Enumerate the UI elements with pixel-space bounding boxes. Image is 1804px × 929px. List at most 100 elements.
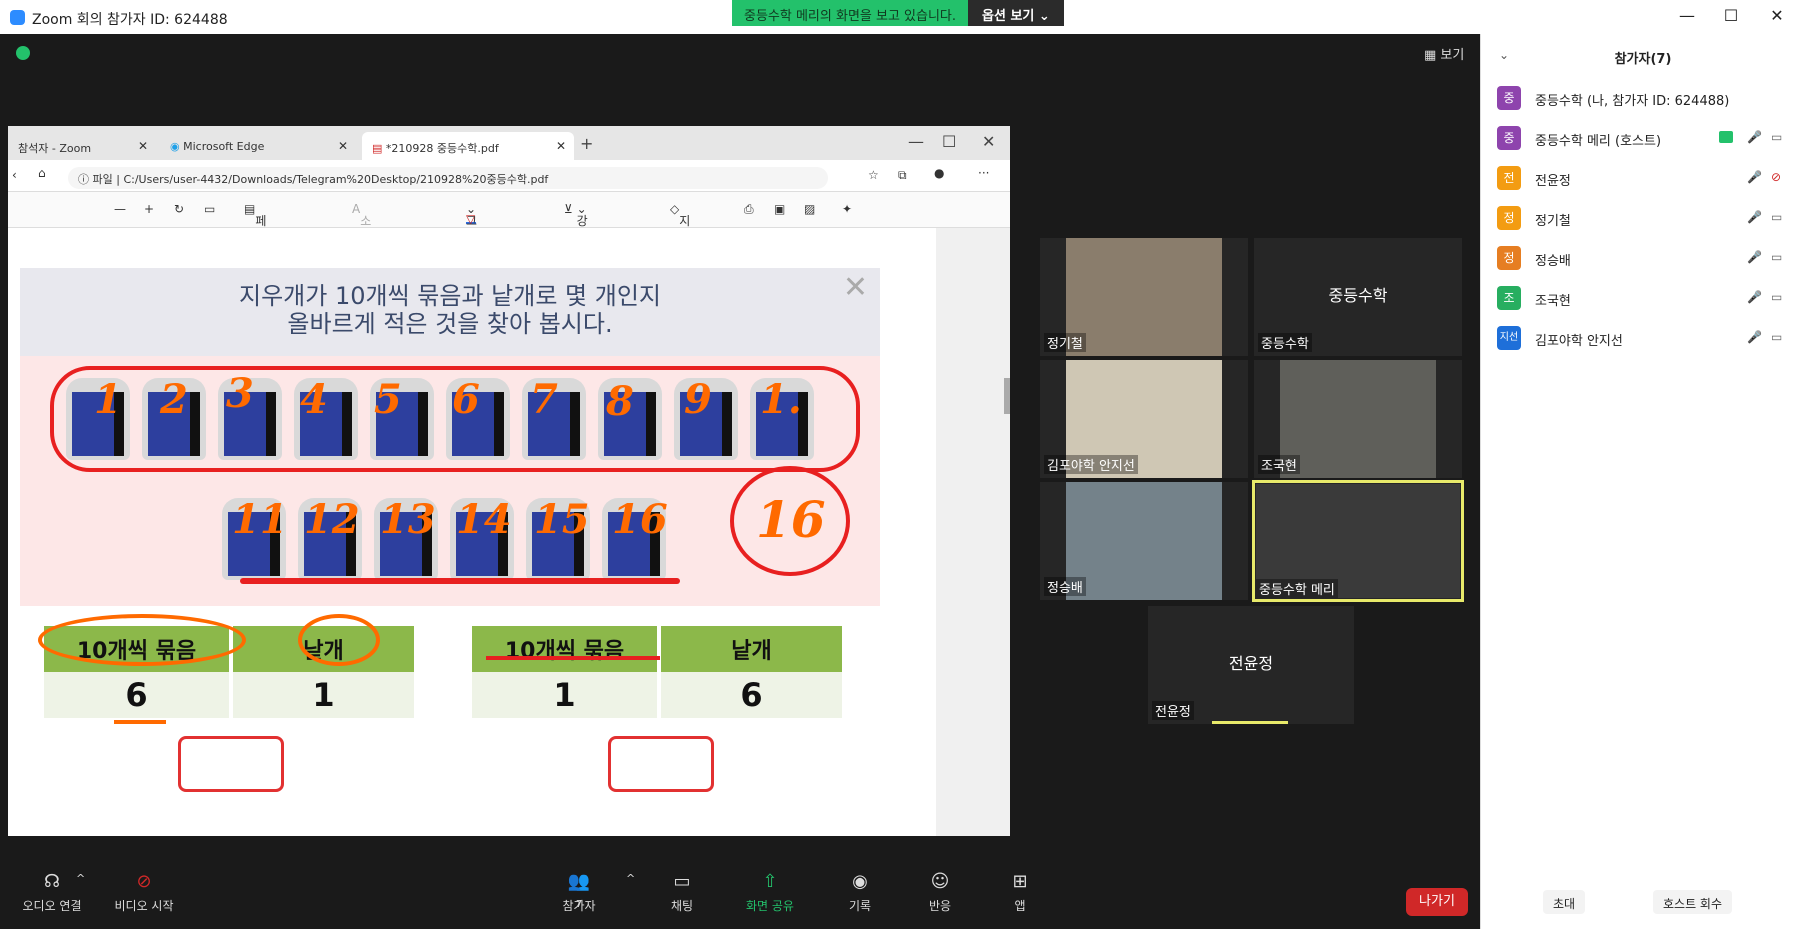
handwritten-number: 15 [534, 496, 590, 543]
participant-center-name: 중등수학 [1328, 286, 1388, 305]
zoom-out-icon[interactable]: — [114, 202, 126, 216]
participant-name: 정기철 [1535, 214, 1571, 229]
page-view-button[interactable]: ▤ 페이지 보기 [244, 202, 266, 296]
participant-row[interactable]: 정 정기철 🎤 ▭ [1497, 198, 1797, 238]
video-tile[interactable]: 조국현 [1254, 360, 1462, 478]
video-tile[interactable]: 김포야학 안지선 [1040, 360, 1248, 478]
security-shield-icon[interactable] [16, 46, 30, 60]
microphone-icon: 🎤 [1747, 290, 1762, 304]
browser-address-bar: ‹ ⌂ ⓘ 파일 | C:/Users/user-4432/Downloads/… [8, 160, 1010, 192]
handwritten-number: 7 [530, 376, 558, 423]
orange-circle-annotation [298, 614, 380, 666]
url-field[interactable]: ⓘ 파일 | C:/Users/user-4432/Downloads/Tele… [68, 167, 828, 189]
handwritten-number: 14 [456, 496, 512, 543]
handwritten-number: 16 [612, 496, 668, 543]
apps-button[interactable]: ⊞ 앱 [998, 872, 1042, 914]
close-tab-icon[interactable]: ✕ [138, 139, 148, 153]
close-tab-icon[interactable]: ✕ [338, 139, 348, 153]
zoom-in-icon[interactable]: + [144, 202, 154, 216]
audio-options-caret-icon[interactable]: ^ [76, 872, 85, 885]
answer-checkbox-right[interactable] [608, 736, 714, 792]
participant-row[interactable]: 중 중등수학 메리 (호스트) 🎤 ▭ [1497, 118, 1797, 158]
apps-label: 앱 [1014, 899, 1026, 913]
question-line-1: 지우개가 10개씩 묶음과 낱개로 몇 개인지 [239, 282, 661, 310]
meeting-toolbar: ☊ 오디오 연결 ^ ⊘ 비디오 시작 👥7 참가자 ^ ▭ 채팅 ⇧ 화면 공… [0, 864, 1480, 929]
video-label: 비디오 시작 [114, 899, 174, 913]
invite-button[interactable]: 초대 [1543, 890, 1586, 914]
participant-row[interactable]: 지선 김포야학 안지선 🎤 ▭ [1497, 318, 1797, 358]
new-tab-icon[interactable]: + [580, 134, 593, 153]
back-icon[interactable]: ‹ [12, 168, 17, 182]
video-off-icon: ⊘ [136, 871, 152, 892]
participant-row[interactable]: 전 전윤정 🎤 ⊘ [1497, 158, 1797, 198]
reclaim-host-button[interactable]: 호스트 회수 [1653, 890, 1733, 914]
fit-page-icon[interactable]: ▭ [204, 202, 215, 216]
url-text: C:/Users/user-4432/Downloads/Telegram%20… [123, 173, 549, 186]
pin-toolbar-icon[interactable]: ✦ [842, 202, 852, 216]
participant-name: 전윤정 [1152, 701, 1194, 720]
print-icon[interactable]: ⎙ [744, 202, 754, 217]
favorites-icon[interactable]: ☆ [868, 168, 879, 182]
view-options-button[interactable]: 옵션 보기 ⌄ [968, 0, 1064, 26]
video-tile[interactable]: 정승배 [1040, 482, 1248, 600]
save-as-icon[interactable]: ▨ [804, 202, 815, 216]
highlight-button[interactable]: ⊻ 강조 표시 ⌄ [564, 202, 588, 279]
browser-minimize-icon[interactable]: — [908, 132, 924, 151]
participant-name: 김포야학 안지선 [1535, 334, 1623, 349]
participants-label: 참가자 [562, 899, 596, 913]
browser-maximize-icon[interactable]: ☐ [942, 132, 956, 151]
handwritten-number: 12 [304, 496, 360, 543]
read-aloud-button[interactable]: A 소리내어 읽기 [352, 202, 371, 313]
browser-tab-zoom[interactable]: 참석자 - Zoom ✕ [8, 132, 156, 160]
save-icon[interactable]: ▣ [774, 202, 785, 216]
draw-button[interactable]: ▽ 그리기 ⌄ [466, 202, 477, 262]
record-button[interactable]: ◉ 기록 [838, 872, 882, 914]
participant-row[interactable]: 정 정승배 🎤 ▭ [1497, 238, 1797, 278]
scrollbar-thumb[interactable] [1004, 378, 1010, 414]
video-tile[interactable]: 전윤정 전윤정 [1148, 606, 1354, 724]
leave-meeting-button[interactable]: 나가기 [1406, 888, 1468, 916]
record-label: 기록 [848, 899, 872, 913]
handwritten-number: 11 [232, 496, 288, 543]
participants-caret-icon[interactable]: ^ [626, 872, 635, 885]
video-button[interactable]: ⊘ 비디오 시작 [106, 872, 182, 914]
reactions-label: 반응 [928, 899, 952, 913]
pdf-scrollbar[interactable] [936, 228, 1010, 836]
handwritten-number: 1. [760, 376, 802, 423]
share-screen-button[interactable]: ⇧ 화면 공유 [738, 872, 802, 914]
browser-close-icon[interactable]: ✕ [982, 132, 995, 151]
handwritten-number: 13 [380, 496, 436, 543]
video-tile[interactable]: 중등수학 중등수학 [1254, 238, 1462, 356]
erase-button[interactable]: ◇ 지우기 [670, 202, 690, 262]
handwritten-number: 3 [226, 370, 254, 417]
profile-icon[interactable]: ● [934, 166, 944, 180]
view-button[interactable]: ▦ 보기 [1424, 44, 1464, 63]
video-tile-active-speaker[interactable]: 중등수학 메리 [1252, 480, 1464, 602]
browser-tab-bar: 참석자 - Zoom ✕ ◉ Microsoft Edge ✕ ▤ *210928 … [8, 126, 1010, 160]
participant-name: 정승배 [1044, 577, 1086, 596]
participants-button[interactable]: 👥7 참가자 [552, 872, 606, 914]
close-tab-icon[interactable]: ✕ [556, 139, 566, 153]
red-underline-annotation [486, 656, 660, 660]
home-icon[interactable]: ⌂ [38, 166, 46, 180]
participant-row[interactable]: 조 조국현 🎤 ▭ [1497, 278, 1797, 318]
rotate-icon[interactable]: ↻ [174, 202, 184, 216]
audio-level-bar [1212, 721, 1288, 724]
close-icon[interactable]: ✕ [1762, 6, 1792, 28]
participant-name: 중등수학 (나, 참가자 ID: 624488) [1535, 94, 1730, 109]
pdf-page: 지우개가 10개씩 묶음과 낱개로 몇 개인지 올바르게 적은 것을 찾아 봅시… [8, 228, 936, 836]
browser-tab-pdf[interactable]: ▤ *210928 중등수학.pdf ✕ [362, 132, 574, 160]
reactions-button[interactable]: ☺ 반응 [918, 872, 962, 914]
video-tile[interactable]: 정기철 [1040, 238, 1248, 356]
browser-tab-edge[interactable]: ◉ Microsoft Edge ✕ [160, 132, 356, 160]
chat-button[interactable]: ▭ 채팅 [660, 872, 704, 914]
participants-icon: 👥7 [567, 871, 591, 911]
participant-name: 김포야학 안지선 [1044, 455, 1138, 474]
maximize-icon[interactable]: ☐ [1716, 6, 1746, 28]
minimize-icon[interactable]: — [1672, 6, 1702, 28]
answer-checkbox-left[interactable] [178, 736, 284, 792]
collections-icon[interactable]: ⧉ [898, 168, 907, 183]
handwritten-number: 2 [160, 376, 188, 423]
participant-row[interactable]: 중 중등수학 (나, 참가자 ID: 624488) [1497, 78, 1797, 118]
more-icon[interactable]: ··· [978, 166, 989, 180]
